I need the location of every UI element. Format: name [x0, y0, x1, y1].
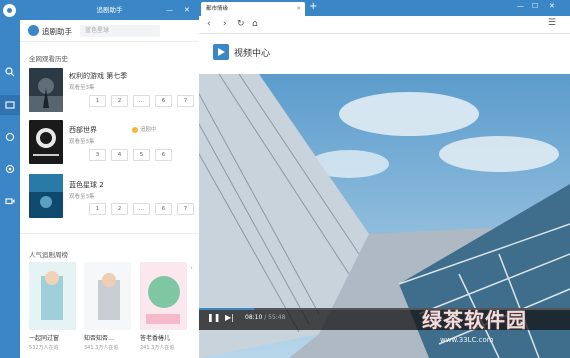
back-icon[interactable]: ‹	[207, 19, 211, 29]
window-title: 追剧助手	[96, 6, 123, 14]
menu-icon[interactable]: ☰	[548, 18, 556, 28]
new-tab-icon[interactable]: +	[309, 1, 317, 12]
watermark-text: 绿茶软件园	[422, 308, 527, 332]
video-center-logo-icon	[213, 44, 229, 60]
show-progress: 观看至3集	[69, 194, 95, 200]
refresh-icon[interactable]: ↻	[237, 19, 245, 29]
chevron-right-icon[interactable]: ›	[190, 264, 193, 272]
episode-button[interactable]: 3	[89, 149, 106, 161]
app-name: 追剧助手	[42, 27, 72, 36]
minimize-icon[interactable]: —	[166, 0, 173, 20]
episode-row: 1 2 ... 6 7	[89, 203, 194, 215]
episode-button[interactable]: 2	[111, 203, 128, 215]
app-logo-icon	[28, 25, 39, 36]
tab-bar: 都市情缘 ✕ + — ☐ ✕	[199, 0, 570, 16]
episode-button[interactable]: ...	[133, 203, 150, 215]
ranking-name[interactable]: 一起同过窗	[29, 333, 59, 342]
poster-westworld[interactable]	[29, 120, 63, 164]
panel-titlebar: 追剧助手 — ✕	[20, 0, 199, 20]
next-icon[interactable]: ▶|	[225, 313, 234, 322]
search-icon[interactable]	[0, 62, 20, 82]
tab-title: 都市情缘	[206, 6, 229, 12]
episode-button[interactable]: 4	[111, 149, 128, 161]
time-display: 08:10 / 55:48	[245, 314, 285, 321]
episode-button[interactable]: 6	[155, 203, 172, 215]
chat-icon[interactable]	[0, 127, 20, 147]
forward-icon[interactable]: ›	[223, 19, 227, 29]
pause-icon[interactable]: ❚❚	[207, 313, 220, 322]
ranking-count: 241.3万人在追	[140, 345, 175, 351]
search-input[interactable]: 蓝色星球	[80, 25, 160, 37]
minimize-icon[interactable]: —	[517, 2, 524, 10]
ranking-count: 532万人在追	[29, 345, 59, 351]
episode-row: 3 4 5 6	[89, 149, 172, 161]
show-title[interactable]: 蓝色星球 2	[69, 180, 104, 190]
section-divider	[20, 233, 199, 234]
episode-button[interactable]: 7	[177, 203, 194, 215]
side-panel: 追剧助手 蓝色星球 全网观看历史 权利的游戏 第七季 观看至3集 1 2 ...…	[20, 20, 199, 358]
app-logo-icon	[3, 4, 16, 17]
tracking-icon	[132, 126, 138, 133]
ranking-section-title: 人气追剧周榜	[29, 251, 68, 259]
watermark-url: www.33LC.com	[440, 336, 494, 344]
maximize-icon[interactable]: ☐	[532, 2, 538, 10]
ranking-poster[interactable]	[84, 262, 131, 330]
panel-header: 追剧助手 蓝色星球	[20, 20, 199, 42]
close-icon[interactable]: ✕	[184, 0, 190, 20]
watermark-logo: 绿茶软件园 www.33LC.com	[402, 300, 568, 354]
ranking-poster[interactable]	[29, 262, 76, 330]
poster-blue-planet[interactable]	[29, 174, 63, 218]
episode-button[interactable]: 1	[89, 95, 106, 107]
ranking-name[interactable]: 知否知否…	[84, 333, 114, 342]
episode-button[interactable]: 1	[89, 203, 106, 215]
video-icon[interactable]	[0, 191, 20, 211]
episode-row: 1 2 ... 6 7	[89, 95, 194, 107]
browser-tab[interactable]: 都市情缘 ✕	[201, 2, 305, 16]
nav-bar: ‹ › ↻ ⌂ ☰	[199, 16, 570, 34]
home-icon[interactable]: ⌂	[252, 19, 258, 29]
page-header: 视频中心	[199, 34, 570, 74]
side-rail	[0, 0, 20, 358]
ranking-name[interactable]: 答老香椿儿	[140, 333, 170, 342]
episode-button[interactable]: 5	[133, 149, 150, 161]
show-title[interactable]: 西部世界	[69, 125, 97, 135]
episode-button[interactable]: 2	[111, 95, 128, 107]
tv-icon[interactable]	[0, 95, 20, 115]
episode-button[interactable]: 6	[155, 149, 172, 161]
episode-button[interactable]: ...	[133, 95, 150, 107]
history-section-title: 全网观看历史	[29, 55, 68, 63]
episode-button[interactable]: 7	[177, 95, 194, 107]
page-title: 视频中心	[234, 49, 271, 59]
tracking-status: 追剧中	[140, 127, 157, 133]
current-time: 08:10	[245, 314, 263, 321]
ranking-count: 341.3万人在追	[84, 345, 119, 351]
show-progress: 观看至3集	[69, 85, 95, 91]
ranking-poster[interactable]	[140, 262, 187, 330]
show-progress: 观看至3集	[69, 139, 95, 145]
show-title[interactable]: 权利的游戏 第七季	[69, 71, 127, 81]
tracking-badge: 追剧中	[132, 125, 157, 133]
episode-button[interactable]: 6	[155, 95, 172, 107]
poster-game-of-thrones[interactable]	[29, 68, 63, 112]
close-tab-icon[interactable]: ✕	[296, 2, 301, 16]
progress-fill	[199, 308, 254, 310]
duration: / 55:48	[264, 314, 286, 321]
close-icon[interactable]: ✕	[549, 2, 555, 10]
settings-icon[interactable]	[0, 159, 20, 179]
